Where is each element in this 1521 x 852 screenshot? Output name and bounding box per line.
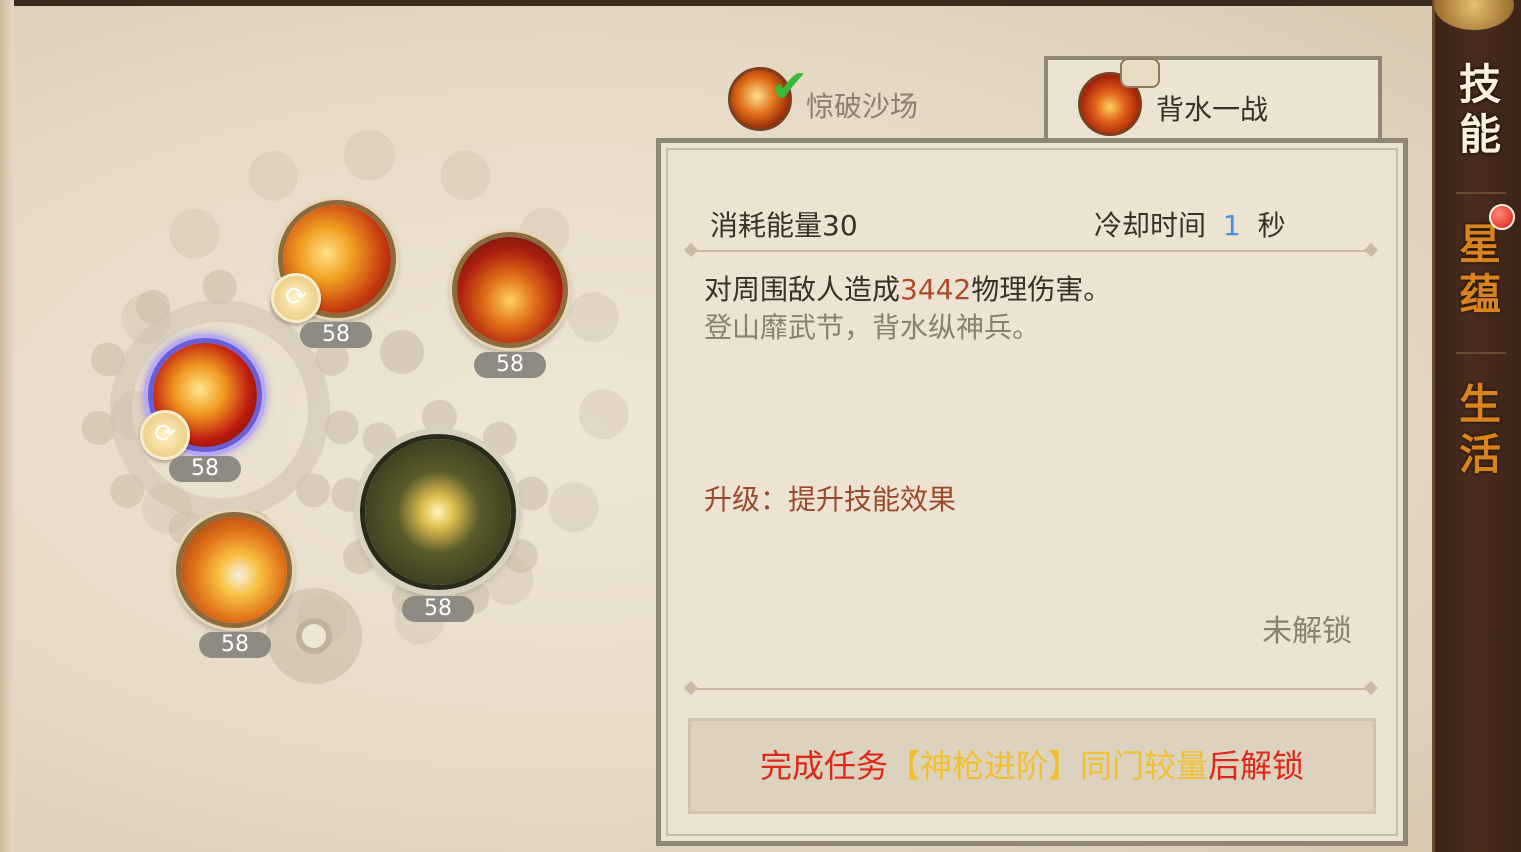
divider — [692, 250, 1370, 252]
lock-icon — [1120, 58, 1160, 88]
skill-level: 58 — [300, 322, 372, 348]
skill-node-2[interactable] — [452, 232, 568, 348]
sidebar-item-label: 生活 — [1458, 380, 1501, 479]
skill-level: 58 — [474, 352, 546, 378]
tab-active[interactable]: 背水一战 — [1044, 56, 1382, 148]
scroll-edge — [0, 0, 14, 852]
flavor-text: 登山靡武节，背水纵神兵。 — [704, 311, 1041, 344]
cooldown-value: 1 — [1222, 209, 1241, 242]
energy-cost: 消耗能量30 — [710, 209, 858, 242]
tab-label: 背水一战 — [1156, 93, 1269, 126]
lock-status: 未解锁 — [1262, 614, 1352, 649]
unlock-requirement: 完成任务【神枪进阶】同门较量后解锁 — [688, 718, 1376, 814]
sidebar-item-skills[interactable]: 技能 — [1448, 60, 1512, 160]
damage-value: 3442 — [900, 273, 972, 306]
notification-badge — [1489, 204, 1515, 230]
skill-node-ultimate[interactable] — [360, 434, 516, 590]
sidebar-item-life[interactable]: 生活 — [1448, 380, 1512, 480]
swap-icon[interactable]: ⟳ — [271, 273, 321, 323]
divider — [692, 688, 1370, 690]
sidebar-item-star[interactable]: 星蕴 — [1448, 220, 1512, 320]
cooldown: 冷却时间 1 秒 — [1094, 204, 1286, 244]
cooldown-unit: 秒 — [1257, 209, 1286, 242]
divider — [1456, 352, 1506, 354]
sidebar-item-label: 星蕴 — [1458, 220, 1501, 319]
unlock-prefix: 完成任务 — [759, 747, 888, 785]
skill-level: 58 — [402, 596, 474, 622]
skill-node-4[interactable] — [176, 512, 292, 628]
sidebar-item-label: 技能 — [1458, 60, 1501, 159]
tab-inactive[interactable]: ✔ 惊破沙场 — [700, 55, 1040, 135]
gear-center — [296, 618, 332, 654]
flame-burst-icon — [457, 237, 563, 343]
skill-level: 58 — [199, 632, 271, 658]
gear-decoration — [380, 330, 424, 374]
spear-thrust-icon — [181, 517, 287, 623]
swap-icon[interactable]: ⟳ — [140, 410, 190, 460]
divider — [1456, 192, 1506, 194]
upgrade-text: 升级：提升技能效果 — [704, 483, 957, 516]
checkmark-icon: ✔ — [770, 59, 809, 113]
cooldown-label: 冷却时间 — [1094, 209, 1207, 242]
divine-spear-icon — [365, 439, 511, 585]
skill-description: 对周围敌人造成3442物理伤害。 — [704, 268, 1111, 308]
unlock-quest: 【神枪进阶】同门较量 — [887, 747, 1208, 785]
desc-suffix: 物理伤害。 — [971, 273, 1112, 306]
tab-label: 惊破沙场 — [806, 90, 919, 123]
skill-level: 58 — [169, 456, 241, 482]
unlock-suffix: 后解锁 — [1208, 747, 1305, 785]
desc-prefix: 对周围敌人造成 — [704, 273, 901, 306]
